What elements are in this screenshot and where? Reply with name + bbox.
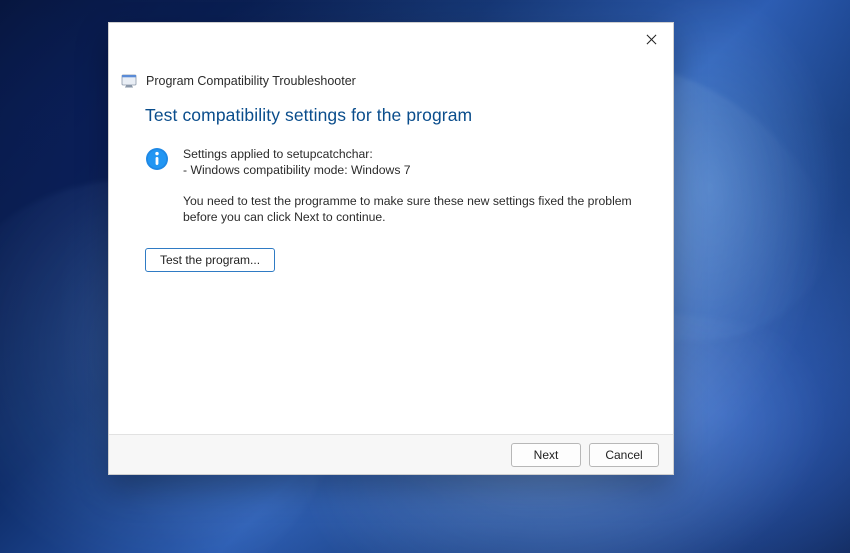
next-button[interactable]: Next [511, 443, 581, 467]
close-button[interactable] [629, 23, 673, 55]
info-text: Settings applied to setupcatchchar: - Wi… [183, 146, 647, 226]
info-block: Settings applied to setupcatchchar: - Wi… [145, 146, 647, 226]
dialog-main: Test compatibility settings for the prog… [109, 89, 673, 272]
compat-mode-line: - Windows compatibility mode: Windows 7 [183, 162, 647, 178]
test-program-button[interactable]: Test the program... [145, 248, 275, 272]
close-icon [646, 34, 657, 45]
dialog-header: Program Compatibility Troubleshooter [109, 55, 673, 89]
page-heading: Test compatibility settings for the prog… [145, 105, 647, 126]
compatibility-troubleshooter-dialog: Program Compatibility Troubleshooter Tes… [108, 22, 674, 475]
troubleshooter-icon [121, 73, 137, 89]
dialog-title: Program Compatibility Troubleshooter [146, 74, 356, 88]
dialog-footer: Next Cancel [109, 434, 673, 474]
desktop-background: Program Compatibility Troubleshooter Tes… [0, 0, 850, 553]
titlebar [109, 23, 673, 55]
info-icon [145, 147, 169, 171]
instruction-text: You need to test the programme to make s… [183, 193, 647, 226]
cancel-button[interactable]: Cancel [589, 443, 659, 467]
settings-applied-line: Settings applied to setupcatchchar: [183, 146, 647, 162]
